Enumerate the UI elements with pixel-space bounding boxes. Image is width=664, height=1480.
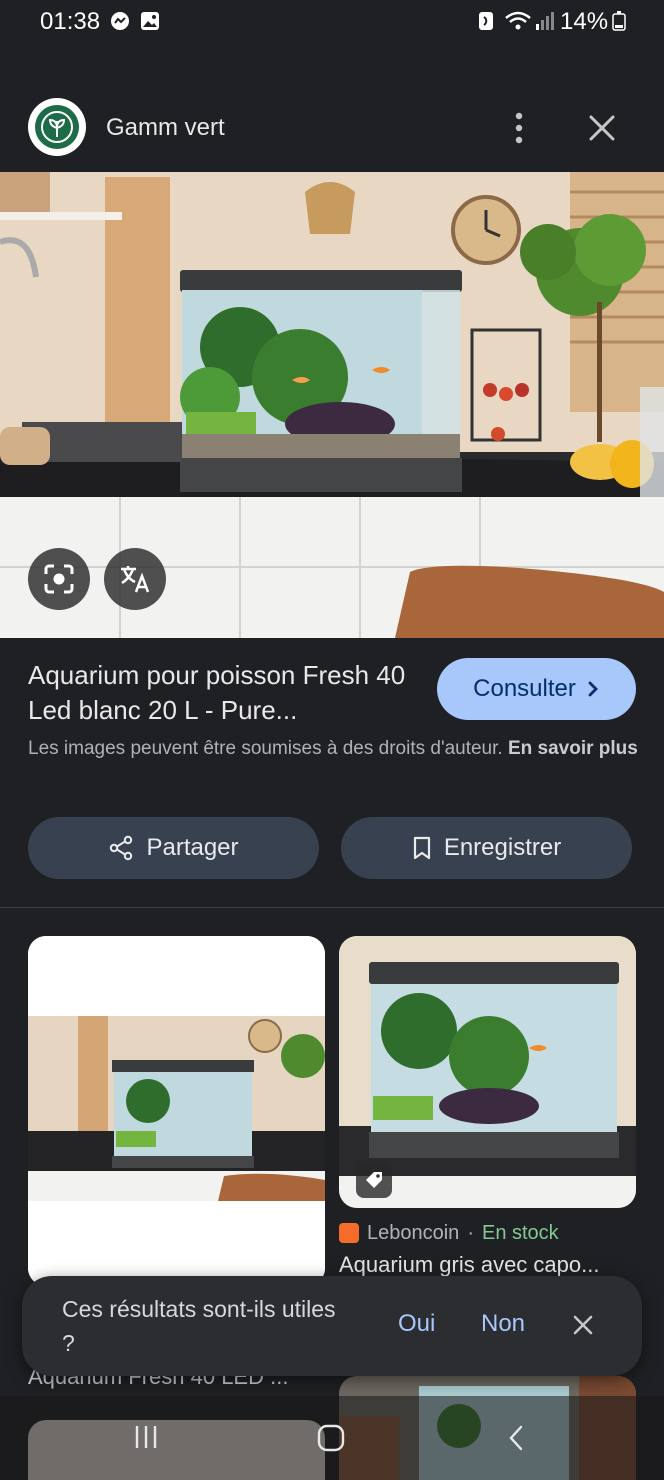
more-vert-icon[interactable]	[502, 108, 536, 148]
shopping-tag-badge	[356, 1162, 392, 1198]
related-source-row: Leboncoin · En stock	[339, 1220, 559, 1246]
feedback-yes-button[interactable]: Oui	[398, 1310, 435, 1338]
aquarium-kitchen-photo	[0, 172, 664, 638]
share-label: Partager	[146, 834, 239, 861]
result-title[interactable]: Aquarium pour poisson Fresh 40 Led blanc…	[28, 658, 428, 728]
share-button[interactable]: Partager	[28, 817, 319, 879]
save-button[interactable]: Enregistrer	[341, 817, 632, 879]
consult-label: Consulter	[473, 675, 576, 702]
recents-icon[interactable]	[132, 1424, 160, 1450]
learn-more-link[interactable]: En savoir plus	[508, 738, 638, 759]
related-image-left[interactable]	[28, 936, 325, 1286]
nfc-icon	[479, 12, 493, 30]
message-icon	[111, 12, 129, 30]
feedback-no-button[interactable]: Non	[481, 1310, 525, 1338]
feedback-question: Ces résultats sont-ils utiles ?	[62, 1296, 336, 1356]
home-icon[interactable]	[316, 1424, 346, 1452]
translate-icon	[121, 566, 150, 593]
close-icon[interactable]	[570, 1312, 596, 1338]
source-name: Leboncoin	[367, 1221, 460, 1244]
translate-button[interactable]	[104, 548, 166, 610]
leaf-logo-icon	[35, 105, 79, 149]
consult-button[interactable]: Consulter	[437, 658, 636, 720]
copyright-text: Les images peuvent être soumises à des d…	[28, 738, 503, 759]
tag-icon	[366, 1172, 382, 1188]
save-label: Enregistrer	[443, 834, 562, 861]
source-header: Gamm vert	[0, 84, 664, 172]
bookmark-icon	[413, 836, 430, 860]
site-logo	[28, 98, 86, 156]
main-result-image[interactable]	[0, 172, 664, 638]
battery-icon	[612, 11, 626, 31]
chevron-right-icon	[588, 681, 598, 697]
signal-icon	[536, 12, 554, 30]
share-icon	[110, 835, 133, 861]
wifi-icon	[505, 11, 531, 30]
related-thumbnail-left	[28, 936, 325, 1286]
related-title-right[interactable]: Aquarium gris avec capo...	[339, 1252, 639, 1278]
close-icon[interactable]	[582, 108, 622, 148]
source-separator: ·	[467, 1221, 474, 1244]
lens-search-button[interactable]	[28, 548, 90, 610]
site-name[interactable]: Gamm vert	[106, 114, 225, 142]
status-bar: 01:38 14%	[0, 0, 664, 46]
gallery-icon	[141, 12, 159, 30]
back-icon[interactable]	[506, 1424, 526, 1452]
copyright-notice: Les images peuvent être soumises à des d…	[28, 734, 644, 763]
stock-status: En stock	[481, 1221, 559, 1244]
system-navigation-bar	[0, 1396, 664, 1480]
feedback-snackbar: Ces résultats sont-ils utiles ? Oui Non	[22, 1276, 642, 1376]
leboncoin-favicon-icon	[339, 1223, 359, 1243]
status-time: 01:38	[40, 8, 101, 35]
lens-icon	[44, 564, 74, 594]
battery-level: 14%	[560, 8, 609, 35]
section-divider	[0, 907, 664, 908]
